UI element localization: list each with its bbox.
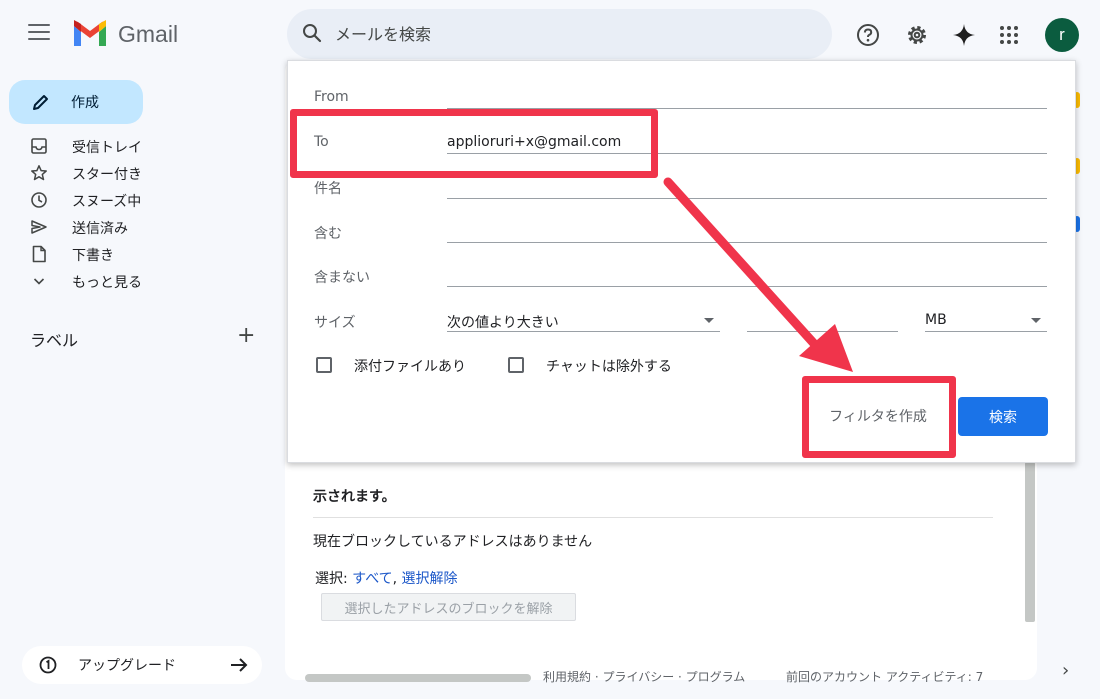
size-unit-select[interactable]: MB xyxy=(925,308,1047,332)
exclude-chats-checkbox[interactable] xyxy=(508,357,524,373)
upgrade-info-icon xyxy=(39,656,57,674)
to-field-highlight xyxy=(290,109,658,178)
sidebar-item-label: 送信済み xyxy=(72,221,128,237)
selection-controls: 選択: すべて, 選択解除 xyxy=(315,568,458,588)
caret-down-icon xyxy=(1031,318,1041,323)
sidebar-item-snoozed[interactable]: スヌーズ中 xyxy=(0,187,280,213)
doesnt-have-field[interactable] xyxy=(447,263,1047,287)
gmail-wordmark[interactable]: Gmail xyxy=(118,21,178,48)
select-all-link[interactable]: すべて xyxy=(352,571,392,587)
has-attachment-label: 添付ファイルあり xyxy=(354,359,466,375)
from-label: From xyxy=(314,89,349,105)
compose-button[interactable]: 作成 xyxy=(9,80,143,124)
create-filter-highlight xyxy=(802,376,956,458)
size-operator-select[interactable]: 次の値より大きい xyxy=(447,308,720,332)
arrow-right-icon xyxy=(231,658,248,672)
settings-gear-icon[interactable] xyxy=(904,22,930,48)
sidebar-item-starred[interactable]: スター付き xyxy=(0,160,280,186)
from-field[interactable] xyxy=(447,85,1047,109)
chevron-down-icon xyxy=(33,278,45,285)
vertical-scrollbar[interactable] xyxy=(1025,462,1035,622)
compose-label: 作成 xyxy=(71,95,99,111)
sidebar-item-drafts[interactable]: 下書き xyxy=(0,241,280,267)
exclude-chats-label: チャットは除外する xyxy=(546,359,672,375)
size-unit-value: MB xyxy=(925,312,947,328)
size-operator-value: 次の値より大きい xyxy=(447,315,559,331)
search-button[interactable]: 検索 xyxy=(958,397,1048,436)
apps-grid-icon[interactable] xyxy=(996,22,1022,48)
inbox-icon xyxy=(31,138,47,154)
sidebar-item-label: 下書き xyxy=(72,248,114,264)
pencil-icon xyxy=(33,95,48,110)
labels-heading: ラベル xyxy=(30,331,79,350)
main-menu-icon[interactable] xyxy=(28,24,50,42)
gmail-logo-icon[interactable] xyxy=(72,20,108,48)
search-icon[interactable] xyxy=(302,23,322,43)
horizontal-scrollbar[interactable] xyxy=(305,674,531,682)
footer-account-activity[interactable]: 前回のアカウント アクティビティ: 7 xyxy=(786,668,983,685)
sidebar-item-label: スヌーズ中 xyxy=(72,194,142,210)
footer-links[interactable]: 利用規約 · プライバシー · プログラム xyxy=(543,668,745,685)
doesnt-have-label: 含まない xyxy=(314,270,370,286)
select-separator: , xyxy=(392,571,402,587)
sidebar-item-inbox[interactable]: 受信トレイ xyxy=(0,133,280,159)
size-value-field[interactable] xyxy=(747,308,898,332)
help-icon[interactable] xyxy=(855,22,881,48)
sidebar-item-label: 受信トレイ xyxy=(72,140,142,156)
sidebar-item-label: もっと見る xyxy=(72,275,142,291)
gemini-sparkle-icon[interactable] xyxy=(951,22,977,48)
star-icon xyxy=(31,165,47,181)
has-words-label: 含む xyxy=(314,226,342,242)
sidebar-item-more[interactable]: もっと見る xyxy=(0,268,280,294)
chevron-right-icon[interactable]: › xyxy=(1062,660,1069,681)
unblock-selected-button[interactable]: 選択したアドレスのブロックを解除 xyxy=(321,593,576,621)
sidebar-item-label: スター付き xyxy=(72,167,142,183)
sidebar-item-sent[interactable]: 送信済み xyxy=(0,214,280,240)
clock-icon xyxy=(31,192,47,208)
size-label: サイズ xyxy=(314,315,356,331)
upgrade-label: アップグレード xyxy=(78,658,176,674)
account-avatar[interactable]: r xyxy=(1045,18,1079,52)
has-words-field[interactable] xyxy=(447,219,1047,243)
upgrade-button[interactable]: アップグレード xyxy=(22,646,262,684)
has-attachment-checkbox[interactable] xyxy=(316,357,332,373)
send-icon xyxy=(31,220,47,234)
subject-field[interactable] xyxy=(447,175,1047,199)
add-label-button[interactable]: + xyxy=(237,325,255,347)
select-prefix: 選択: xyxy=(315,571,353,587)
divider xyxy=(313,517,993,518)
subject-label: 件名 xyxy=(314,181,342,197)
no-blocked-addresses-text: 現在ブロックしているアドレスはありません xyxy=(313,534,593,550)
partial-description-text: 示されます。 xyxy=(313,489,396,505)
draft-icon xyxy=(32,245,46,263)
search-input[interactable] xyxy=(335,22,735,46)
caret-down-icon xyxy=(704,318,714,323)
select-none-link[interactable]: 選択解除 xyxy=(402,571,458,587)
